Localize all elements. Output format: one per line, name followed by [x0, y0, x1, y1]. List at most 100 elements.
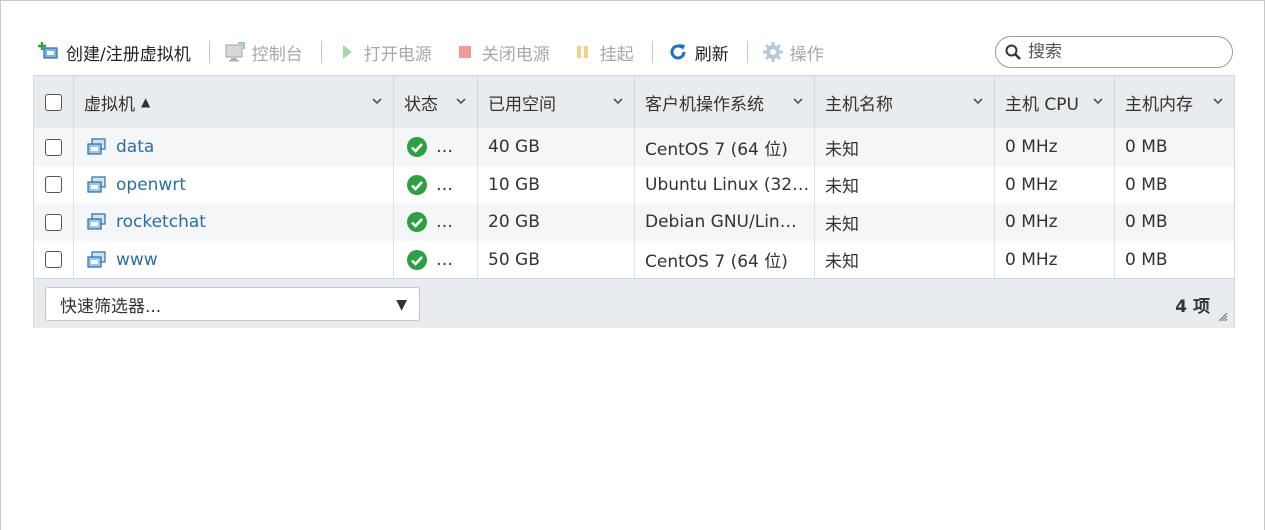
sort-ascending-icon: ▲	[141, 95, 151, 109]
column-header-used-space[interactable]: 已用空间	[478, 76, 635, 128]
chevron-down-icon[interactable]	[972, 95, 984, 107]
host-cpu-cell: 0 MHz	[995, 128, 1115, 166]
table-row[interactable]: data … 40 GB CentOS 7 (64 位) 未知 0 MHz 0 MB	[34, 128, 1234, 166]
status-text: …	[436, 212, 453, 232]
column-header-vm[interactable]: 虚拟机 ▲	[74, 76, 394, 128]
status-cell: …	[394, 203, 478, 241]
status-ok-icon	[406, 249, 428, 271]
column-header-host-memory[interactable]: 主机内存	[1115, 76, 1234, 128]
resize-grip-icon[interactable]	[1216, 310, 1228, 322]
toolbar-separator	[746, 41, 748, 63]
table-footer: 快速筛选器... ▼ 4 项	[34, 278, 1234, 328]
vm-name-link[interactable]: www	[116, 250, 158, 270]
suspend-button[interactable]: 挂起	[572, 36, 634, 68]
create-register-vm-button[interactable]: 创建/注册虚拟机	[38, 36, 191, 68]
column-header-status[interactable]: 状态	[394, 76, 478, 128]
vm-icon	[86, 137, 108, 157]
table-row[interactable]: openwrt … 10 GB Ubuntu Linux (32… 未知 0 MHz 0 M…	[34, 165, 1234, 204]
table-row[interactable]: rocketchat … 20 GB Debian GNU/Lin… 未知 0 MHz 0 …	[34, 203, 1234, 241]
vm-name-link[interactable]: openwrt	[116, 175, 186, 195]
status-ok-icon	[406, 136, 428, 158]
table-row[interactable]: www … 50 GB CentOS 7 (64 位) 未知 0 MHz 0 MB	[34, 240, 1234, 279]
column-header-host-cpu[interactable]: 主机 CPU	[995, 76, 1115, 128]
vm-icon	[86, 250, 108, 270]
host-memory-cell: 0 MB	[1125, 174, 1168, 195]
row-select-cell	[34, 203, 74, 241]
row-select-cell	[34, 240, 74, 279]
actions-button[interactable]: 操作	[762, 36, 824, 68]
toolbar-separator	[208, 41, 210, 63]
refresh-icon	[667, 41, 689, 63]
host-cpu-cell: 0 MHz	[995, 203, 1115, 241]
chevron-down-icon[interactable]	[1212, 95, 1224, 107]
select-all-cell	[34, 76, 74, 128]
row-checkbox[interactable]	[45, 213, 62, 231]
host-name-cell: 未知	[815, 128, 995, 166]
column-label-host-memory: 主机内存	[1125, 94, 1193, 115]
used-space-cell: 10 GB	[478, 165, 635, 204]
status-cell: …	[394, 240, 478, 279]
used-space-cell: 20 GB	[478, 203, 635, 241]
console-icon	[224, 41, 246, 63]
chevron-down-icon[interactable]	[371, 95, 383, 107]
create-register-vm-label: 创建/注册虚拟机	[66, 44, 191, 65]
host-memory-cell: 0 MB	[1125, 137, 1168, 157]
chevron-down-icon[interactable]	[612, 95, 624, 107]
vm-name-link[interactable]: rocketchat	[116, 212, 206, 232]
item-count: 4 项	[1175, 297, 1210, 317]
row-checkbox[interactable]	[45, 138, 62, 156]
search-icon	[1004, 43, 1022, 61]
quick-filter-select[interactable]: 快速筛选器... ▼	[45, 287, 420, 321]
actions-label: 操作	[789, 44, 824, 65]
host-cpu-cell: 0 MHz	[995, 165, 1115, 204]
guest-os-cell: Debian GNU/Lin…	[635, 203, 815, 241]
power-on-label: 打开电源	[363, 44, 432, 65]
console-button[interactable]: 控制台	[224, 36, 303, 68]
search-input[interactable]	[1026, 41, 1220, 63]
power-off-button[interactable]: 关闭电源	[454, 36, 550, 68]
status-cell: …	[394, 165, 478, 204]
row-select-cell	[34, 165, 74, 204]
guest-os-cell: CentOS 7 (64 位)	[635, 240, 815, 279]
toolbar-separator	[320, 41, 322, 63]
chevron-down-icon[interactable]	[792, 95, 804, 107]
host-memory-cell: 0 MB	[1125, 212, 1168, 232]
vm-icon	[86, 212, 108, 232]
chevron-down-icon[interactable]	[1092, 95, 1104, 107]
status-ok-icon	[406, 211, 428, 233]
vm-name-cell: data	[74, 128, 394, 166]
refresh-button[interactable]: 刷新	[667, 36, 729, 68]
status-text: …	[436, 137, 453, 157]
console-label: 控制台	[251, 44, 303, 65]
used-space-cell: 40 GB	[478, 128, 635, 166]
column-header-guest-os[interactable]: 客户机操作系统	[635, 76, 815, 128]
select-all-checkbox[interactable]	[45, 93, 62, 111]
column-label-status: 状态	[404, 94, 438, 115]
used-space-cell: 50 GB	[478, 240, 635, 279]
pause-icon	[572, 41, 594, 63]
vm-table: 虚拟机 ▲ 状态 已用空间 客户机操作系统 主机名称 主机 CPU 主机内存 d…	[33, 75, 1235, 328]
search-box[interactable]	[995, 36, 1233, 68]
host-name-cell: 未知	[815, 165, 995, 204]
chevron-down-icon[interactable]	[455, 95, 467, 107]
vm-icon	[86, 175, 108, 195]
vm-name-link[interactable]: data	[116, 137, 154, 157]
host-cpu-cell: 0 MHz	[995, 240, 1115, 279]
status-ok-icon	[406, 174, 428, 196]
table-header: 虚拟机 ▲ 状态 已用空间 客户机操作系统 主机名称 主机 CPU 主机内存	[34, 76, 1234, 129]
row-checkbox[interactable]	[45, 251, 62, 268]
status-text: …	[436, 174, 453, 195]
column-label-used-space: 已用空间	[488, 94, 556, 115]
power-on-button[interactable]: 打开电源	[336, 36, 432, 68]
create-vm-icon	[38, 41, 60, 63]
guest-os-cell: Ubuntu Linux (32…	[635, 165, 815, 204]
power-off-label: 关闭电源	[481, 44, 550, 65]
suspend-label: 挂起	[599, 44, 634, 65]
toolbar: 创建/注册虚拟机 控制台 打开电源 关闭电源 挂起 刷新 操作	[38, 36, 824, 68]
host-name-cell: 未知	[815, 203, 995, 241]
refresh-label: 刷新	[694, 44, 729, 65]
row-checkbox[interactable]	[45, 176, 62, 193]
status-text: …	[436, 249, 453, 270]
column-header-host-name[interactable]: 主机名称	[815, 76, 995, 128]
column-label-host-cpu: 主机 CPU	[1005, 94, 1079, 115]
